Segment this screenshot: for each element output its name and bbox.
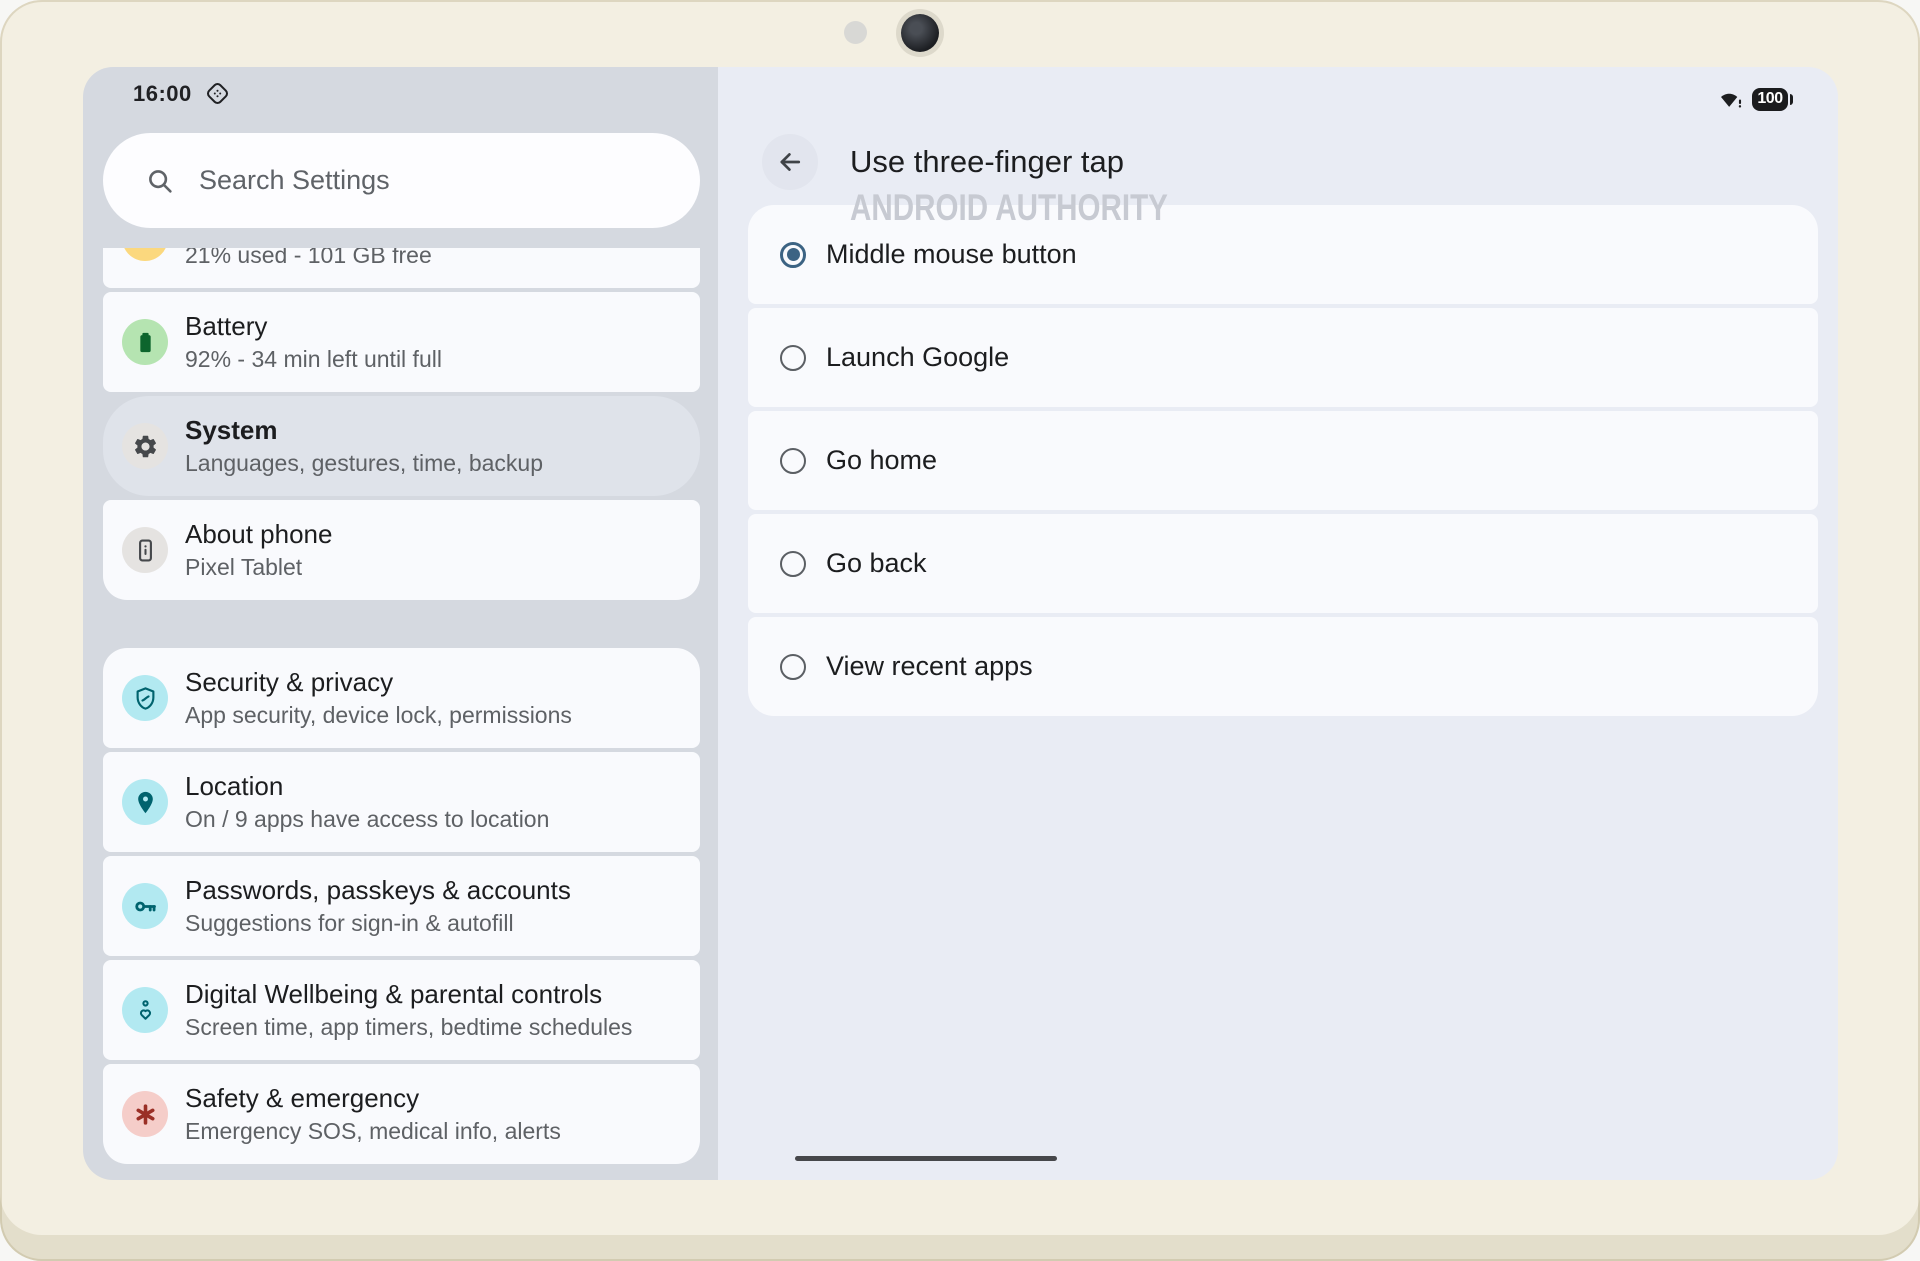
- option-go-back[interactable]: Go back: [748, 514, 1818, 613]
- three-finger-tap-options: Middle mouse button Launch Google Go home G…: [748, 205, 1818, 716]
- option-middle-mouse-button[interactable]: Middle mouse button: [748, 205, 1818, 304]
- battery-icon: [122, 319, 168, 365]
- gear-icon: [122, 423, 168, 469]
- option-view-recent-apps[interactable]: View recent apps: [748, 617, 1818, 716]
- sidebar-item-battery[interactable]: Battery92% - 34 min left until full: [103, 292, 700, 392]
- sidebar-item-passwords[interactable]: Passwords, passkeys & accountsSuggestion…: [103, 856, 700, 956]
- asterisk-icon: [122, 1091, 168, 1137]
- radio-unselected-icon[interactable]: [780, 654, 806, 680]
- storage-icon: [122, 248, 168, 261]
- sidebar-item-title: About phone: [185, 518, 332, 551]
- sidebar-item-subtitle: App security, device lock, permissions: [185, 701, 572, 730]
- sidebar-item-title: System: [185, 414, 543, 447]
- sidebar-item-storage[interactable]: 21% used - 101 GB free: [103, 248, 700, 288]
- location-pin-icon: [122, 779, 168, 825]
- ambient-sensor-dot: [844, 21, 867, 44]
- status-bar-right: 100: [1719, 87, 1788, 111]
- sidebar-item-subtitle: Suggestions for sign-in & autofill: [185, 909, 571, 938]
- sidebar-item-text: Security & privacyApp security, device l…: [185, 666, 572, 730]
- sidebar-item-text: Battery92% - 34 min left until full: [185, 310, 442, 374]
- sidebar-item-title: Safety & emergency: [185, 1082, 561, 1115]
- sidebar-item-title: Battery: [185, 310, 442, 343]
- sidebar-item-text: LocationOn / 9 apps have access to locat…: [185, 770, 549, 834]
- front-camera: [901, 14, 939, 52]
- page-title: Use three-finger tap: [850, 142, 1124, 182]
- sidebar-item-system[interactable]: SystemLanguages, gestures, time, backup: [103, 396, 700, 496]
- option-label: Middle mouse button: [826, 239, 1077, 270]
- sidebar-item-subtitle: Pixel Tablet: [185, 553, 332, 582]
- search-placeholder: Search Settings: [199, 165, 390, 196]
- sidebar-item-text: Digital Wellbeing & parental controlsScr…: [185, 978, 632, 1042]
- sidebar-item-subtitle: 92% - 34 min left until full: [185, 345, 442, 374]
- battery-indicator: 100: [1752, 88, 1788, 111]
- tablet-device-frame: 16:00 Search Settin: [0, 0, 1920, 1261]
- sidebar-item-subtitle: Emergency SOS, medical info, alerts: [185, 1117, 561, 1146]
- screensaver-icon: [204, 80, 231, 107]
- sidebar-item-text: Safety & emergencyEmergency SOS, medical…: [185, 1082, 561, 1146]
- sidebar-item-location[interactable]: LocationOn / 9 apps have access to locat…: [103, 752, 700, 852]
- sidebar-item-safety-emergency[interactable]: Safety & emergencyEmergency SOS, medical…: [103, 1064, 700, 1164]
- radio-unselected-icon[interactable]: [780, 345, 806, 371]
- wifi-icon: [1719, 87, 1743, 111]
- sidebar-item-title: Passwords, passkeys & accounts: [185, 874, 571, 907]
- sidebar-item-security-privacy[interactable]: Security & privacyApp security, device l…: [103, 648, 700, 748]
- search-icon: [145, 166, 175, 196]
- option-label: View recent apps: [826, 651, 1033, 682]
- sidebar-item-subtitle: Languages, gestures, time, backup: [185, 449, 543, 478]
- wellbeing-icon: [122, 987, 168, 1033]
- sidebar-item-about-phone[interactable]: About phonePixel Tablet: [103, 500, 700, 600]
- sidebar-item-text: SystemLanguages, gestures, time, backup: [185, 414, 543, 478]
- detail-pane: 100 Use three-finger tap ANDROID AUTHORI…: [718, 67, 1838, 1180]
- settings-sidebar: 16:00 Search Settin: [83, 67, 718, 1180]
- option-label: Go back: [826, 548, 927, 579]
- settings-list: 21% used - 101 GB free Battery92% - 34 mi…: [103, 248, 700, 1180]
- radio-unselected-icon[interactable]: [780, 448, 806, 474]
- sidebar-item-subtitle: On / 9 apps have access to location: [185, 805, 549, 834]
- sidebar-item-subtitle: 21% used - 101 GB free: [185, 248, 432, 270]
- key-icon: [122, 883, 168, 929]
- sidebar-item-title: Digital Wellbeing & parental controls: [185, 978, 632, 1011]
- radio-unselected-icon[interactable]: [780, 551, 806, 577]
- gesture-navigation-bar[interactable]: [795, 1156, 1057, 1161]
- shield-icon: [122, 675, 168, 721]
- option-launch-google[interactable]: Launch Google: [748, 308, 1818, 407]
- option-go-home[interactable]: Go home: [748, 411, 1818, 510]
- sidebar-item-title: Security & privacy: [185, 666, 572, 699]
- search-settings-input[interactable]: Search Settings: [103, 133, 700, 228]
- sidebar-item-text: About phonePixel Tablet: [185, 518, 332, 582]
- sidebar-item-title: Location: [185, 770, 549, 803]
- sidebar-item-text: 21% used - 101 GB free: [185, 248, 432, 270]
- back-button[interactable]: [762, 134, 818, 190]
- option-label: Launch Google: [826, 342, 1009, 373]
- status-bar-left: 16:00: [133, 80, 231, 107]
- sidebar-item-text: Passwords, passkeys & accountsSuggestion…: [185, 874, 571, 938]
- option-label: Go home: [826, 445, 937, 476]
- status-time: 16:00: [133, 81, 192, 107]
- sidebar-item-subtitle: Screen time, app timers, bedtime schedul…: [185, 1013, 632, 1042]
- smartphone-icon: [122, 527, 168, 573]
- screen: 16:00 Search Settin: [83, 67, 1838, 1180]
- back-arrow-icon: [776, 148, 804, 176]
- sidebar-item-wellbeing[interactable]: Digital Wellbeing & parental controlsScr…: [103, 960, 700, 1060]
- radio-selected-icon[interactable]: [780, 242, 806, 268]
